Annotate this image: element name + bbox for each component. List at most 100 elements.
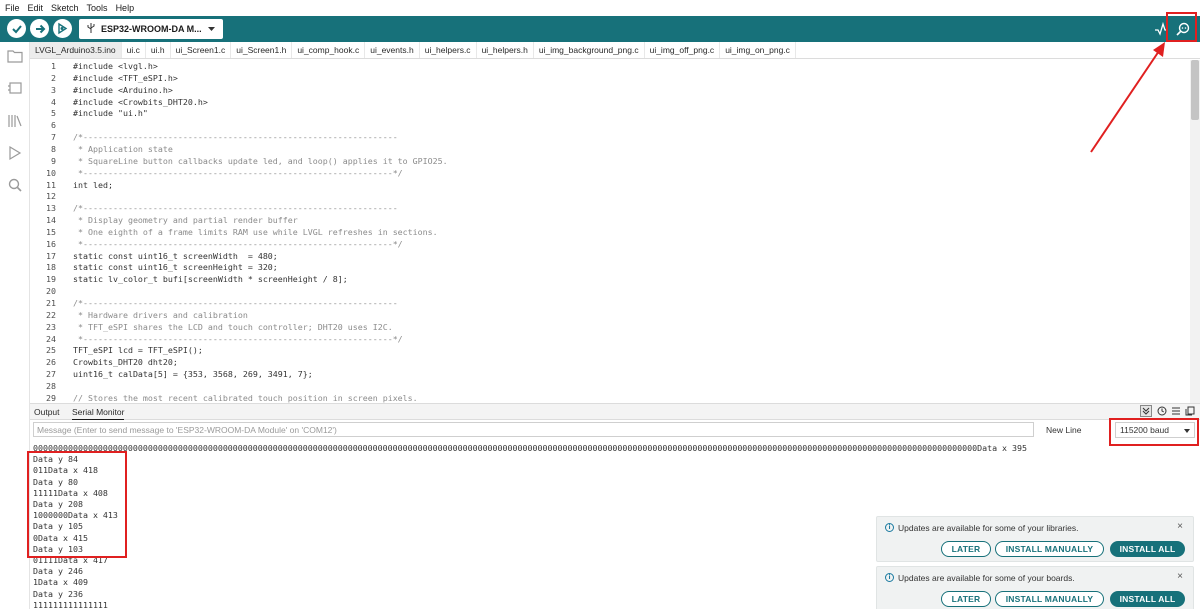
later-button[interactable]: LATER: [941, 591, 991, 607]
code-text: #include <Crowbits_DHT20.h>: [73, 96, 208, 107]
code-text: /*--------------------------------------…: [73, 203, 398, 214]
serial-message-input[interactable]: Message (Enter to send message to 'ESP32…: [33, 422, 1034, 437]
tab-ui-screen1-h[interactable]: ui_Screen1.h: [231, 42, 293, 58]
line-number: 14: [46, 215, 56, 226]
code-line: 17 static const uint16_t screenWidth = 48…: [30, 251, 1180, 263]
board-name: ESP32-WROOM-DA M...: [101, 24, 202, 34]
annotation-arrow: [1090, 42, 1165, 153]
debug-button[interactable]: [53, 19, 72, 38]
line-number: 9: [51, 155, 56, 166]
code-text: #include <lvgl.h>: [73, 61, 158, 71]
bottom-panel-tabs: Output Serial Monitor: [30, 403, 1200, 420]
code-line: 29 // Stores the most recent calibrated t…: [30, 393, 1180, 403]
code-line: 12: [30, 191, 1180, 203]
line-number: 10: [46, 167, 56, 178]
line-number: 7: [51, 132, 56, 143]
line-number: 29: [46, 392, 56, 403]
line-number: 27: [46, 369, 56, 380]
debug-icon: [58, 22, 68, 35]
code-text: *---------------------------------------…: [73, 238, 403, 249]
later-button[interactable]: LATER: [941, 541, 991, 557]
usb-icon: [87, 23, 95, 35]
serial-line: 0000000000000000000000000000000000000000…: [33, 443, 1028, 453]
sketchbook-button[interactable]: [5, 46, 25, 66]
boards-manager-button[interactable]: [5, 78, 25, 98]
annotation-box-serial-monitor: [1166, 12, 1197, 42]
tab-lvgl-arduino-ino[interactable]: LVGL_Arduino3.5.ino: [30, 42, 122, 58]
upload-button[interactable]: [30, 19, 49, 38]
code-text: * One eighth of a frame limits RAM use w…: [73, 226, 438, 237]
notification-libraries: i Updates are available for some of your…: [876, 516, 1194, 562]
debug-icon: [9, 145, 22, 161]
tab-ui-screen1-c[interactable]: ui_Screen1.c: [171, 42, 232, 58]
close-icon[interactable]: ×: [1177, 521, 1183, 532]
code-line: 1 #include <lvgl.h>: [30, 61, 1180, 73]
code-line: 25 TFT_eSPI lcd = TFT_eSPI();: [30, 345, 1180, 357]
clear-output-button[interactable]: [1170, 405, 1182, 417]
toggle-autoscroll-button[interactable]: [1140, 405, 1152, 417]
menu-tools[interactable]: Tools: [87, 3, 108, 13]
install-all-button[interactable]: INSTALL ALL: [1110, 591, 1185, 607]
menu-help[interactable]: Help: [116, 3, 135, 13]
line-number: 23: [46, 321, 56, 332]
code-text: *---------------------------------------…: [73, 167, 403, 178]
board-selector[interactable]: ESP32-WROOM-DA M...: [79, 19, 223, 39]
code-line: 22 * Hardware drivers and calibration: [30, 310, 1180, 322]
toggle-timestamp-button[interactable]: [1156, 405, 1168, 417]
serial-line: 1Data x 409: [33, 577, 88, 588]
menu-file[interactable]: File: [5, 3, 20, 13]
install-manually-button[interactable]: INSTALL MANUALLY: [995, 541, 1104, 557]
serial-line: 111111111111111: [33, 599, 108, 609]
serial-message-row: Message (Enter to send message to 'ESP32…: [30, 421, 1200, 441]
editor-scrollbar-thumb[interactable]: [1191, 60, 1199, 120]
code-line: 16 *------------------------------------…: [30, 239, 1180, 251]
notification-text: Updates are available for some of your l…: [898, 523, 1079, 533]
annotation-box-baud-rate: [1109, 418, 1199, 446]
tab-ui-helpers-c[interactable]: ui_helpers.c: [420, 42, 477, 58]
tab-output[interactable]: Output: [34, 404, 60, 420]
verify-button[interactable]: [7, 19, 26, 38]
menu-sketch[interactable]: Sketch: [51, 3, 79, 13]
code-text: #include "ui.h": [73, 108, 148, 119]
line-number: 1: [51, 61, 56, 71]
code-text: * Application state: [73, 143, 173, 154]
close-icon[interactable]: ×: [1177, 571, 1183, 582]
tab-ui-h[interactable]: ui.h: [146, 42, 171, 58]
search-button[interactable]: [5, 175, 25, 195]
upload-icon: [35, 24, 45, 33]
line-number: 16: [46, 238, 56, 249]
serial-line: Data y 236: [33, 588, 83, 599]
line-number: 5: [51, 108, 56, 119]
copy-icon: [1185, 406, 1195, 416]
install-manually-button[interactable]: INSTALL MANUALLY: [995, 591, 1104, 607]
code-editor[interactable]: 1 #include <lvgl.h> 2 #include <TFT_eSPI.h>…: [30, 60, 1200, 403]
line-number: 18: [46, 262, 56, 273]
info-icon: i: [885, 523, 894, 532]
line-number: 4: [51, 96, 56, 107]
tab-ui-img-background-png-c[interactable]: ui_img_background_png.c: [534, 42, 645, 58]
code-text: static const uint16_t screenWidth = 480;: [73, 250, 278, 261]
copy-output-button[interactable]: [1184, 405, 1196, 417]
code-text: #include <Arduino.h>: [73, 84, 173, 95]
activity-sidebar: [0, 42, 30, 609]
tab-ui-img-on-png-c[interactable]: ui_img_on_png.c: [720, 42, 796, 58]
code-line: 7 /*-------------------------------------…: [30, 132, 1180, 144]
library-manager-button[interactable]: [5, 111, 25, 131]
line-number: 19: [46, 274, 56, 285]
tab-ui-events-h[interactable]: ui_events.h: [365, 42, 420, 58]
notification-boards: i Updates are available for some of your…: [876, 566, 1194, 609]
tab-ui-helpers-h[interactable]: ui_helpers.h: [477, 42, 534, 58]
install-all-button[interactable]: INSTALL ALL: [1110, 541, 1185, 557]
tab-ui-comp-hook-c[interactable]: ui_comp_hook.c: [292, 42, 366, 58]
tab-ui-c[interactable]: ui.c: [122, 42, 146, 58]
code-text: Crowbits_DHT20 dht20;: [73, 357, 178, 368]
tab-serial-monitor[interactable]: Serial Monitor: [72, 404, 125, 420]
folder-icon: [7, 50, 23, 63]
library-manager-icon: [8, 115, 22, 127]
tab-ui-img-off-png-c[interactable]: ui_img_off_png.c: [645, 42, 721, 58]
line-number: 17: [46, 250, 56, 261]
debug-panel-button[interactable]: [5, 143, 25, 163]
code-text: * TFT_eSPI shares the LCD and touch cont…: [73, 321, 393, 332]
menu-edit[interactable]: Edit: [28, 3, 44, 13]
code-line: 24 *------------------------------------…: [30, 334, 1180, 346]
